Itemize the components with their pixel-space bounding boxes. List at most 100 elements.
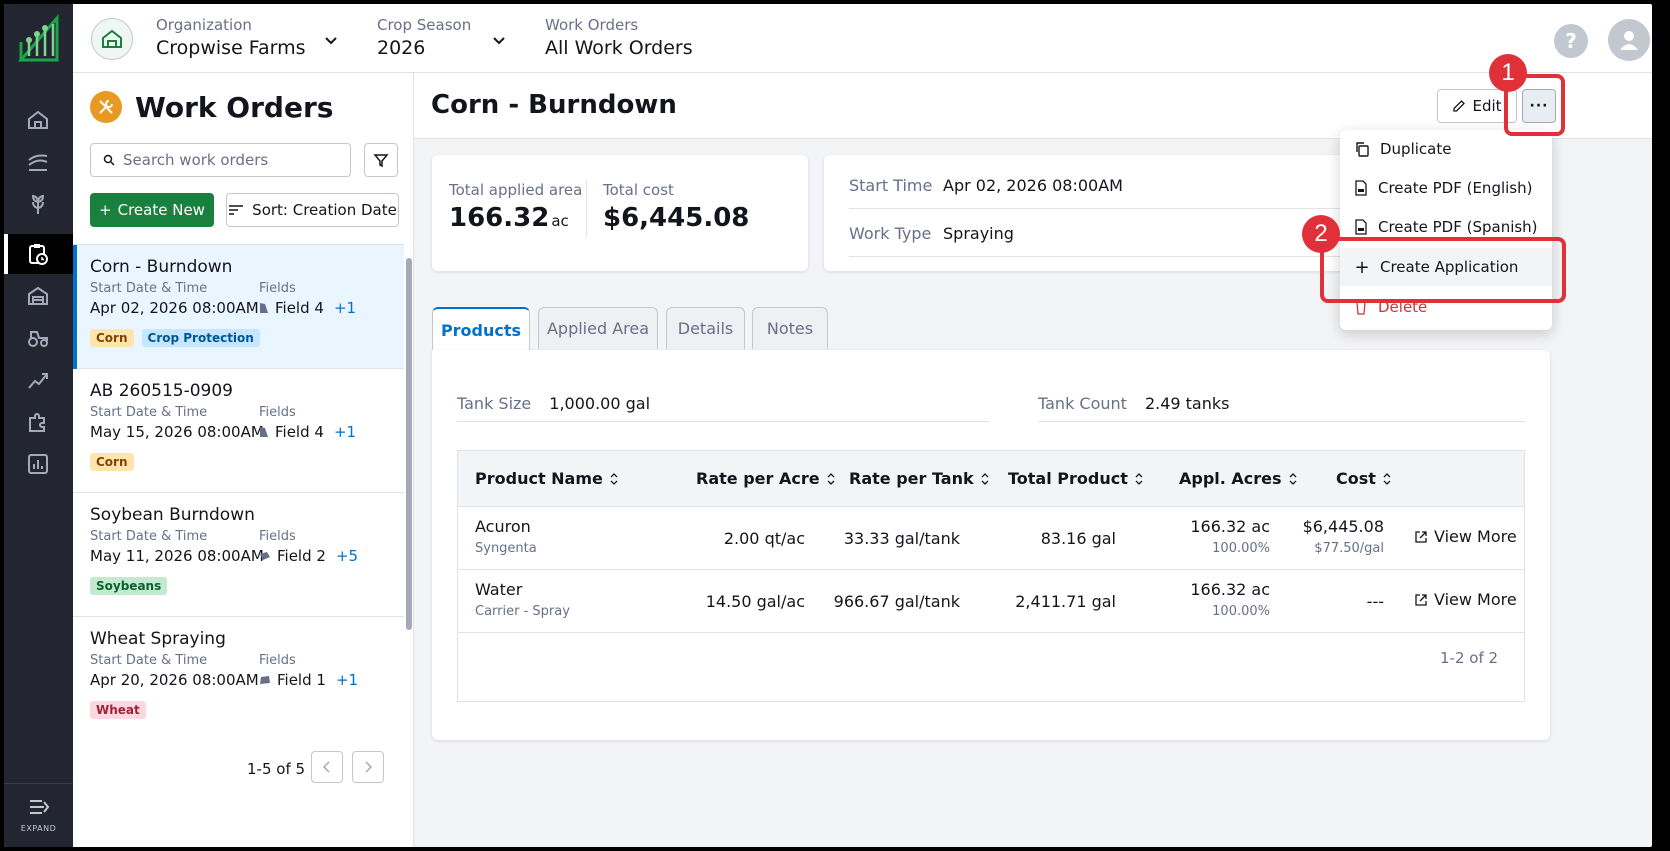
integrations-icon[interactable] [26,410,50,434]
filter-button[interactable] [364,143,398,177]
next-page-button[interactable] [352,751,384,783]
work-orders-icon[interactable] [26,242,50,266]
column-rate-per-acre[interactable]: Rate per Acre [696,469,836,488]
sort-arrows-icon [827,472,835,485]
user-avatar[interactable] [1608,19,1650,61]
column-product-name[interactable]: Product Name [475,469,619,488]
top-bar: Organization Cropwise Farms Crop Season … [73,4,1652,73]
cropwise-logo-icon[interactable] [17,12,61,64]
help-button[interactable]: ? [1554,24,1588,58]
sort-button[interactable]: Sort: Creation Date [226,193,399,227]
summary-card: Total applied area 166.32 ac Total cost $… [432,155,808,271]
organization-value: Cropwise Farms [156,37,306,59]
view-more-label: View More [1434,590,1517,609]
rate-per-tank: 33.33 gal/tank [843,529,960,548]
external-link-icon [1415,530,1427,543]
start-time-row: Start Time Apr 02, 2026 08:00AM [849,163,1349,209]
sort-arrows-icon [981,472,989,485]
chevron-down-icon[interactable] [491,32,507,48]
work-order-card[interactable]: AB 260515-0909 Start Date & Time Fields … [73,369,404,493]
chevron-left-icon [322,761,330,773]
fields-label: Fields [259,653,296,668]
column-rate-per-tank[interactable]: Rate per Tank [849,469,990,488]
pencil-icon [1453,100,1466,112]
start-time-value: Apr 02, 2026 08:00AM [943,176,1123,195]
workorders-value: All Work Orders [545,37,693,59]
field-more-count: +1 [333,299,357,317]
total-product: 83.16 gal [1040,529,1116,548]
start-date-label: Start Date & Time [90,653,208,668]
search-input[interactable]: Search work orders [90,143,351,177]
chevron-down-icon[interactable] [323,32,339,48]
cost-value: $6,445.08 [1302,517,1384,536]
create-new-button[interactable]: + Create New [90,193,214,227]
work-order-name: Soybean Burndown [90,505,255,525]
work-order-name: Corn - Burndown [90,257,233,277]
tab-products[interactable]: Products [432,307,530,351]
product-name: Acuron [475,517,531,536]
work-orders-breadcrumb[interactable]: Work Orders All Work Orders [545,16,693,59]
start-date-label: Start Date & Time [90,529,208,544]
field-more-count: +5 [335,547,359,565]
field-icon[interactable] [26,150,50,174]
work-order-list: Corn - Burndown Start Date & Time Fields… [73,244,404,740]
applied-area-stat: Total applied area 166.32 ac [449,181,582,233]
tab-notes[interactable]: Notes [752,307,828,349]
start-date-label: Start Date & Time [90,405,208,420]
season-selector[interactable]: Crop Season 2026 [377,16,471,59]
organization-selector[interactable]: Organization Cropwise Farms [156,16,306,59]
column-label: Product Name [475,469,603,488]
work-order-card[interactable]: Wheat Spraying Start Date & Time Fields … [73,617,404,740]
category-tag: Crop Protection [141,329,260,347]
column-label: Appl. Acres [1179,469,1282,488]
expand-rail-button[interactable]: EXPAND [4,783,73,847]
pdf-icon [1355,180,1367,196]
table-header: Product Name Rate per Acre Rate per Tank… [458,451,1524,507]
rate-per-acre: 14.50 gal/ac [705,592,805,611]
search-placeholder: Search work orders [123,151,269,169]
tractor-icon[interactable] [26,326,50,350]
field-name: Field 2 [277,547,326,565]
field-name: Field 4 [275,423,324,441]
work-order-name: Wheat Spraying [90,629,226,649]
workorders-label: Work Orders [545,16,639,34]
reports-icon[interactable] [26,452,50,476]
view-more-link[interactable]: View More [1414,527,1517,546]
work-order-card[interactable]: Soybean Burndown Start Date & Time Field… [73,493,404,617]
column-cost[interactable]: Cost [1336,469,1392,488]
column-appl-acres[interactable]: Appl. Acres [1179,469,1298,488]
product-maker: Carrier - Spray [475,604,570,619]
tank-size-row: Tank Size 1,000.00 gal [457,386,989,422]
sort-arrows-icon [610,472,618,485]
column-total-product[interactable]: Total Product [1008,469,1144,488]
field-more-count: +1 [335,671,359,689]
home-icon[interactable] [26,108,50,132]
analytics-icon[interactable] [26,368,50,392]
scrollbar-thumb[interactable] [406,258,412,630]
list-scrollbar[interactable] [404,244,414,740]
plus-icon: + [99,201,112,219]
view-more-link[interactable]: View More [1414,590,1517,609]
user-icon [1620,31,1638,50]
warehouse-icon[interactable] [26,284,50,308]
crop-icon[interactable] [26,192,50,216]
field-name: Field 1 [277,671,326,689]
nav-rail: EXPAND [4,4,73,847]
work-order-card[interactable]: Corn - Burndown Start Date & Time Fields… [73,245,404,369]
highlight-create-application [1320,237,1566,303]
applied-area-label: Total applied area [449,181,583,199]
fields-label: Fields [259,529,296,544]
total-cost-label: Total cost [603,181,674,199]
sort-arrows-icon [1135,472,1143,485]
column-label: Total Product [1008,469,1128,488]
organization-avatar[interactable] [91,18,133,60]
crop-tag: Corn [90,453,134,471]
schedule-card: Start Time Apr 02, 2026 08:00AM Work Typ… [824,155,1349,271]
product-name: Water [475,580,523,599]
previous-page-button[interactable] [311,751,343,783]
tab-applied-area[interactable]: Applied Area [538,307,658,349]
menu-item-create-pdf-english[interactable]: Create PDF (English) [1340,169,1552,207]
total-cost-value: $6,445.08 [603,203,750,233]
tab-details[interactable]: Details [666,307,745,349]
search-icon [103,154,115,166]
